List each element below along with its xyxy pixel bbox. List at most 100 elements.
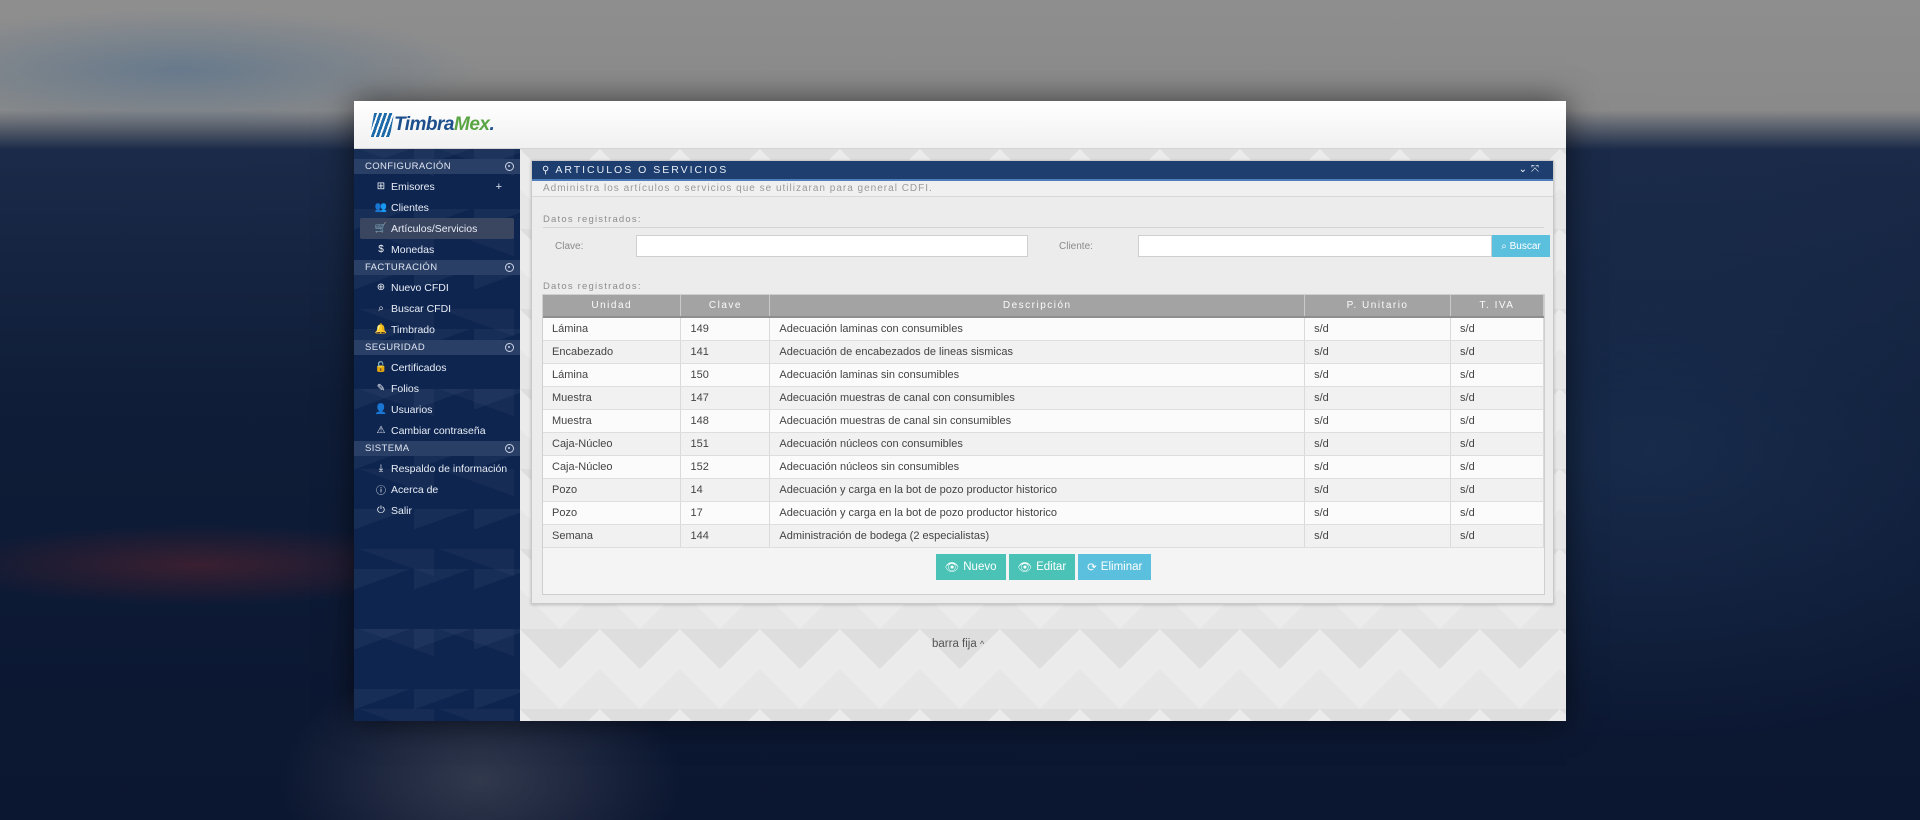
sidebar-section-header[interactable]: FACTURACIÓN xyxy=(354,260,520,275)
table-cell: s/d xyxy=(1304,386,1452,410)
table-row[interactable]: Lámina 150 Adecuación laminas sin consumib… xyxy=(543,363,1544,387)
search-button[interactable]: ⌕ Buscar xyxy=(1492,235,1550,257)
table-row[interactable]: Muestra 147 Adecuación muestras de canal c… xyxy=(543,386,1544,410)
column-header[interactable]: Descripción xyxy=(769,295,1306,318)
table-cell: Caja-Núcleo xyxy=(543,455,682,479)
sidebar-item-salir[interactable]: ⏻ Salir xyxy=(360,500,514,521)
sidebar-item-label: Nuevo CFDI xyxy=(391,281,449,294)
sidebar-item-label: Timbrado xyxy=(391,323,435,336)
table-cell: s/d xyxy=(1450,478,1544,502)
new-button[interactable]: 👁 Nuevo xyxy=(935,554,1006,580)
sidebar-item-clientes[interactable]: 👥 Clientes xyxy=(360,197,514,218)
sidebar-item-folios[interactable]: ✎ Folios xyxy=(360,378,514,399)
sidebar-item-acerca-de[interactable]: ⓘ Acerca de xyxy=(360,479,514,500)
logo-mark-icon xyxy=(369,113,395,137)
table-cell: s/d xyxy=(1304,432,1452,456)
table-row[interactable]: Muestra 148 Adecuación muestras de canal s… xyxy=(543,409,1544,433)
table-row[interactable]: Lámina 149 Adecuación laminas con consumib… xyxy=(543,317,1544,341)
sidebar-item-label: Usuarios xyxy=(391,403,433,416)
table-cell: Adecuación y carga en la bot de pozo pro… xyxy=(769,501,1306,525)
collapse-circle-icon[interactable] xyxy=(505,444,514,453)
table-row[interactable]: Pozo 14 Adecuación y carga en la bot de po… xyxy=(543,478,1544,502)
table-cell: s/d xyxy=(1450,386,1544,410)
sidebar-item-nuevo-cfdi[interactable]: ⊕ Nuevo CFDI xyxy=(360,277,514,298)
tag-icon: ✎ xyxy=(376,383,386,394)
sidebar-section-header[interactable]: CONFIGURACIÓN xyxy=(354,159,520,174)
table-cell: Adecuación laminas sin consumibles xyxy=(769,363,1306,387)
collapse-circle-icon[interactable] xyxy=(505,162,514,171)
table-cell: Semana xyxy=(543,524,682,548)
plus-icon[interactable]: + xyxy=(496,181,502,193)
unlock-icon: 🔓 xyxy=(374,362,388,373)
table-cell: s/d xyxy=(1304,455,1452,479)
table-cell: Adecuación núcleos con consumibles xyxy=(769,432,1306,456)
table-cell: Adecuación laminas con consumibles xyxy=(769,317,1306,341)
sidebar-item-label: Salir xyxy=(391,504,413,517)
table-cell: 152 xyxy=(680,455,771,479)
warning-icon: ⚠ xyxy=(376,425,386,436)
table-cell: 147 xyxy=(680,386,771,410)
table-cell: Lámina xyxy=(543,363,682,387)
sidebar-item-monedas[interactable]: $ Monedas xyxy=(360,239,514,260)
sidebar-section-header[interactable]: SEGURIDAD xyxy=(354,340,520,355)
table-cell: 150 xyxy=(680,363,771,387)
chevron-down-icon[interactable]: ⌄ xyxy=(1519,164,1531,175)
cliente-input[interactable] xyxy=(1138,235,1492,257)
table-cell: s/d xyxy=(1304,524,1452,548)
sidebar-item-certificados[interactable]: 🔓 Certificados xyxy=(360,357,514,378)
table-row[interactable]: Caja-Núcleo 152 Adecuación núcleos sin con… xyxy=(543,455,1544,479)
clave-input[interactable] xyxy=(636,235,1028,257)
sidebar-item-label: Monedas xyxy=(391,243,435,256)
table-cell: s/d xyxy=(1450,317,1544,341)
table-cell: Pozo xyxy=(543,501,682,525)
table-cell: Adecuación de encabezados de lineas sism… xyxy=(769,340,1306,364)
table-cell: Lámina xyxy=(543,317,682,341)
table-cell: s/d xyxy=(1304,409,1452,433)
sidebar-item-buscar-cfdi[interactable]: ⌕ Buscar CFDI xyxy=(360,298,514,319)
sidebar-item-artículos-servicios[interactable]: 🛒 Artículos/Servicios xyxy=(360,218,514,239)
column-header[interactable]: T. IVA xyxy=(1450,295,1544,318)
expand-icon[interactable]: ⤧ xyxy=(1531,164,1543,175)
table-cell: 151 xyxy=(680,432,771,456)
table-cell: Pozo xyxy=(543,478,682,502)
column-header[interactable]: P. Unitario xyxy=(1304,295,1452,318)
table-row[interactable]: Pozo 17 Adecuación y carga en la bot de po… xyxy=(543,501,1544,525)
column-header[interactable]: Clave xyxy=(680,295,771,318)
table-row[interactable]: Caja-Núcleo 151 Adecuación núcleos con con… xyxy=(543,432,1544,456)
sidebar-item-usuarios[interactable]: 👤 Usuarios xyxy=(360,399,514,420)
table-cell: Encabezado xyxy=(543,340,682,364)
download-icon: ⤓ xyxy=(378,463,384,474)
sidebar: CONFIGURACIÓN ⊞ Emisores + 👥 Clientes 🛒 Artícul… xyxy=(354,149,520,721)
caret-up-icon: ^ xyxy=(979,639,985,649)
clave-label: Clave: xyxy=(555,241,584,252)
sidebar-item-emisores[interactable]: ⊞ Emisores + xyxy=(360,176,514,197)
fixed-bar-toggle[interactable]: barra fija ^ xyxy=(932,638,984,650)
table-cell: s/d xyxy=(1304,340,1452,364)
sidebar-item-respaldo-de-información[interactable]: ⤓ Respaldo de información xyxy=(360,458,514,479)
collapse-circle-icon[interactable] xyxy=(505,343,514,352)
eye-icon: 👁 xyxy=(944,562,960,574)
table-cell: s/d xyxy=(1450,340,1544,364)
dollar-icon: $ xyxy=(378,244,384,255)
edit-button[interactable]: 👁 Editar xyxy=(1008,554,1076,580)
main-content: ⚲ ARTICULOS O SERVICIOS ⌄⤧ Administra lo… xyxy=(520,149,1566,721)
table-row[interactable]: Encabezado 141 Adecuación de encabezados d… xyxy=(543,340,1544,364)
info-icon: ⓘ xyxy=(376,486,386,497)
table-cell: 141 xyxy=(680,340,771,364)
table-cell: s/d xyxy=(1450,501,1544,525)
table-cell: s/d xyxy=(1304,363,1452,387)
eye-icon: 👁 xyxy=(1017,562,1033,574)
power-icon: ⏻ xyxy=(377,505,385,516)
table-row[interactable]: Semana 144 Administración de bodega (2 esp… xyxy=(543,524,1544,548)
logo[interactable]: TimbraMex. xyxy=(354,101,520,149)
column-header[interactable]: Unidad xyxy=(543,295,682,318)
sidebar-item-timbrado[interactable]: 🔔 Timbrado xyxy=(360,319,514,340)
table-cell: s/d xyxy=(1304,478,1452,502)
refresh-icon: ⟳ xyxy=(1087,562,1097,574)
cart-icon: 🛒 xyxy=(374,223,388,234)
sidebar-item-cambiar-contraseña[interactable]: ⚠ Cambiar contraseña xyxy=(360,420,514,441)
divider xyxy=(543,227,1544,228)
sidebar-section-header[interactable]: SISTEMA xyxy=(354,441,520,456)
collapse-circle-icon[interactable] xyxy=(505,263,514,272)
delete-button[interactable]: ⟳ Eliminar xyxy=(1078,554,1152,580)
